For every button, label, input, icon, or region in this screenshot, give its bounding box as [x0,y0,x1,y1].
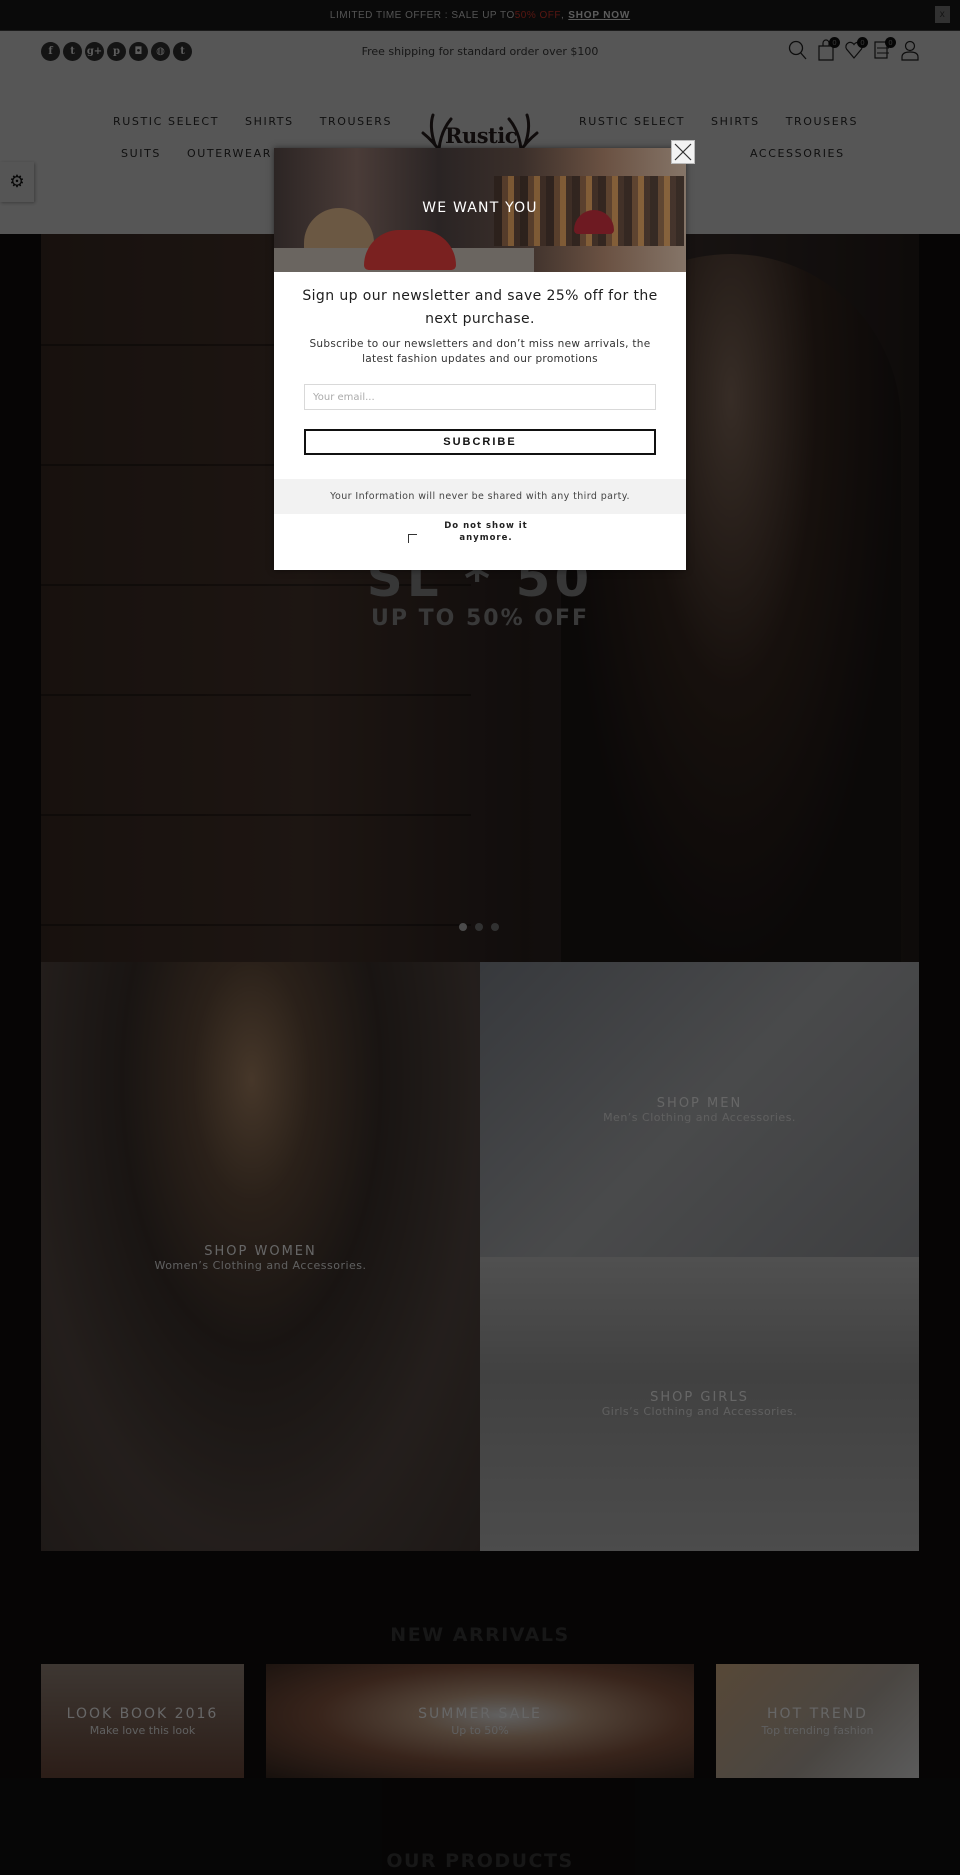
dont-show-checkbox[interactable] [408,534,417,543]
close-icon [674,143,692,161]
popup-close-button[interactable] [671,140,695,164]
popup-heading: Sign up our newsletter and save 25% off … [302,288,658,327]
popup-banner-title: WE WANT YOU [422,200,538,216]
popup-description: Subscribe to our newsletters and don’t m… [309,338,651,365]
popup-banner-image: WE WANT YOU [274,148,686,272]
email-input[interactable] [304,384,656,410]
newsletter-popup: WE WANT YOU Sign up our newsletter and s… [274,140,695,570]
subscribe-button[interactable]: SUBCRIBE [304,429,656,455]
dont-show-label[interactable]: Do not show it anymore. [441,520,531,544]
privacy-notice: Your Information will never be shared wi… [274,479,686,514]
dont-show-again: Do not show it anymore. [408,520,531,544]
